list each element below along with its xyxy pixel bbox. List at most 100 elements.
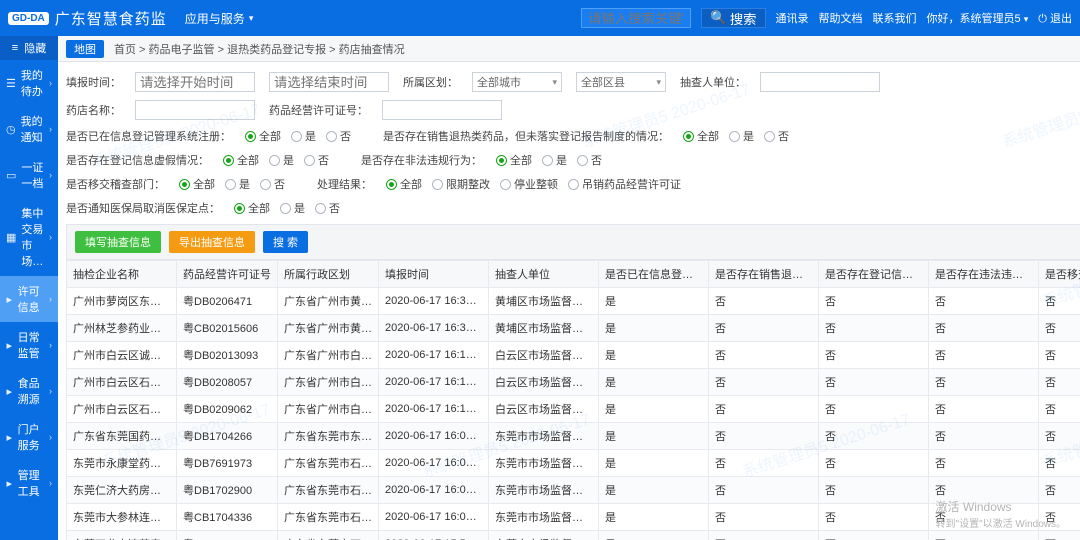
toolbar: 填写抽查信息 导出抽查信息 搜 索 ⚙ — [66, 224, 1080, 260]
chevron-right-icon: › — [49, 78, 52, 88]
chevron-right-icon: › — [49, 170, 52, 180]
table-row[interactable]: 广州林芝参药业连锁…粤CB02015606广东省广州市黄…2020-06-17 … — [67, 315, 1080, 342]
chevron-right-icon: › — [49, 478, 52, 488]
time-to-input[interactable] — [269, 72, 389, 92]
radio-option[interactable]: 是 — [729, 128, 754, 144]
table-row[interactable]: 广州市白云区诚济堂…粤DB02013093广东省广州市白…2020-06-17 … — [67, 342, 1080, 369]
map-button[interactable]: 地图 — [66, 40, 104, 58]
power-icon: ⏻ — [1038, 13, 1047, 25]
radio-group: 全部是否 — [234, 200, 340, 216]
radio-option[interactable]: 限期整改 — [432, 176, 490, 192]
col-header[interactable]: 是否存在销售退热类药品，但未落实登记… — [709, 261, 819, 288]
radio-icon — [683, 131, 694, 142]
radio-option[interactable]: 全部 — [179, 176, 215, 192]
radio-option[interactable]: 是 — [291, 128, 316, 144]
sidebar-item-3[interactable]: ▦集中交易市场…› — [0, 198, 58, 276]
link-contacts[interactable]: 通讯录 — [776, 10, 809, 26]
menu-icon: ◷ — [6, 123, 16, 136]
radio-icon — [260, 179, 271, 190]
radio-option[interactable]: 是 — [269, 152, 294, 168]
sidebar-item-4[interactable]: ▸许可信息› — [0, 276, 58, 322]
breadcrumb: 首页 > 药品电子监管 > 退热类药品登记专报 > 药店抽查情况 — [114, 41, 405, 57]
col-header[interactable]: 填报时间 — [379, 261, 489, 288]
export-button[interactable]: 导出抽查信息 — [169, 231, 255, 253]
radio-icon — [386, 179, 397, 190]
fill-button[interactable]: 填写抽查信息 — [75, 231, 161, 253]
radio-icon — [432, 179, 443, 190]
sidebar-item-7[interactable]: ▸门户服务› — [0, 414, 58, 460]
logout-button[interactable]: ⏻ 退出 — [1038, 10, 1072, 26]
city-select[interactable]: 全部城市 — [472, 72, 562, 92]
radio-icon — [326, 131, 337, 142]
col-header[interactable]: 药品经营许可证号 — [177, 261, 278, 288]
col-header[interactable]: 抽查人单位 — [489, 261, 599, 288]
time-label: 填报时间： — [66, 74, 121, 90]
sidebar-toggle[interactable]: ≡隐藏 — [0, 36, 58, 60]
radio-icon — [304, 155, 315, 166]
radio-option[interactable]: 是 — [225, 176, 250, 192]
radio-option[interactable]: 否 — [326, 128, 351, 144]
radio-option[interactable]: 否 — [764, 128, 789, 144]
chevron-right-icon: › — [49, 432, 52, 442]
radio-option[interactable]: 全部 — [245, 128, 281, 144]
menu-icon: ▦ — [6, 231, 16, 244]
search-btn2[interactable]: 搜 索 — [263, 231, 308, 253]
radio-icon — [245, 131, 256, 142]
chevron-right-icon: › — [49, 386, 52, 396]
unit-input[interactable] — [760, 72, 880, 92]
radio-option[interactable]: 全部 — [683, 128, 719, 144]
radio-icon — [764, 131, 775, 142]
radio-option[interactable]: 否 — [315, 200, 340, 216]
col-header[interactable]: 所属行政区划 — [278, 261, 379, 288]
radio-option[interactable]: 全部 — [223, 152, 259, 168]
region-label: 所属区划： — [403, 74, 458, 90]
radio-icon — [577, 155, 588, 166]
license-input[interactable] — [382, 100, 502, 120]
col-header[interactable]: 是否存在登记信息虚假情况 — [819, 261, 929, 288]
table-row[interactable]: 广东省东莞国药集团…粤DB1704266广东省东莞市东…2020-06-17 1… — [67, 423, 1080, 450]
radio-option[interactable]: 否 — [304, 152, 329, 168]
radio-option[interactable]: 全部 — [234, 200, 270, 216]
app-title: 广东智慧食药监 — [55, 8, 167, 29]
sidebar-item-1[interactable]: ◷我的通知› — [0, 106, 58, 152]
radio-icon — [179, 179, 190, 190]
radio-option[interactable]: 全部 — [386, 176, 422, 192]
radio-option[interactable]: 是 — [542, 152, 567, 168]
license-label: 药品经营许可证号： — [269, 102, 368, 118]
col-header[interactable]: 抽检企业名称 — [67, 261, 177, 288]
radio-icon — [315, 203, 326, 214]
col-header[interactable]: 是否存在违法违规行为 — [929, 261, 1039, 288]
link-help[interactable]: 帮助文档 — [819, 10, 863, 26]
time-from-input[interactable] — [135, 72, 255, 92]
name-input[interactable] — [135, 100, 255, 120]
link-user[interactable]: 你好，系统管理员5 ▾ — [927, 10, 1029, 26]
search-input[interactable] — [581, 8, 691, 28]
radio-option[interactable]: 否 — [577, 152, 602, 168]
menu-icon: ☰ — [6, 77, 16, 90]
radio-option[interactable]: 全部 — [496, 152, 532, 168]
table-row[interactable]: 广州市白云区石井柏…粤DB0209062广东省广州市白…2020-06-17 1… — [67, 396, 1080, 423]
table-row[interactable]: 东莞石龙大湾药房粤DB7693558广东省东莞市石…2020-06-17 15:… — [67, 531, 1080, 540]
table-row[interactable]: 东莞市大参林连锁药…粤CB1704336广东省东莞市石…2020-06-17 1… — [67, 504, 1080, 531]
radio-option[interactable]: 是 — [280, 200, 305, 216]
menu-icon: ▸ — [6, 293, 13, 306]
table-row[interactable]: 广州市萝岗区东泰大…粤DB0206471广东省广州市黄…2020-06-17 1… — [67, 288, 1080, 315]
logo: GD-DA 广东智慧食药监 — [8, 8, 167, 29]
district-select[interactable]: 全部区县 — [576, 72, 666, 92]
sidebar-item-5[interactable]: ▸日常监管› — [0, 322, 58, 368]
sidebar-item-0[interactable]: ☰我的待办› — [0, 60, 58, 106]
col-header[interactable]: 是否移交稽查部门 — [1039, 261, 1080, 288]
search-button[interactable]: 🔍搜索 — [701, 8, 765, 28]
link-contactus[interactable]: 联系我们 — [873, 10, 917, 26]
col-header[interactable]: 是否已在信息登记管理系统… — [599, 261, 709, 288]
table-row[interactable]: 广州市白云区石井柏…粤DB0208057广东省广州市白…2020-06-17 1… — [67, 369, 1080, 396]
table-row[interactable]: 东莞市永康堂药店石…粤DB7691973广东省东莞市石…2020-06-17 1… — [67, 450, 1080, 477]
radio-option[interactable]: 停业整顿 — [500, 176, 558, 192]
radio-option[interactable]: 否 — [260, 176, 285, 192]
sidebar-item-2[interactable]: ▭一证一档› — [0, 152, 58, 198]
app-menu[interactable]: 应用与服务 ▾ — [185, 10, 254, 27]
sidebar-item-6[interactable]: ▸食品溯源› — [0, 368, 58, 414]
radio-option[interactable]: 吊销药品经营许可证 — [568, 176, 681, 192]
table-row[interactable]: 东莞仁济大药房有…粤DB1702900广东省东莞市石…2020-06-17 16… — [67, 477, 1080, 504]
sidebar-item-8[interactable]: ▸管理工具› — [0, 460, 58, 506]
